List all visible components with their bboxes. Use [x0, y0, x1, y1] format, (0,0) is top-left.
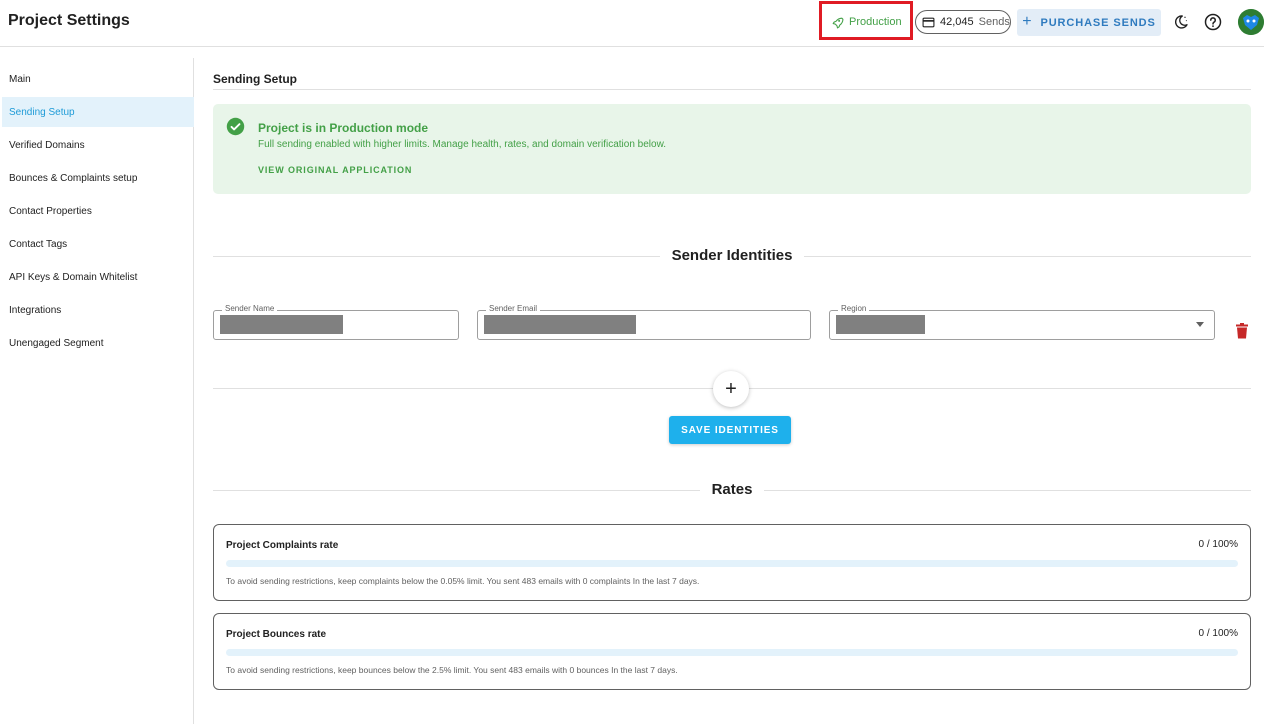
- sends-label: Sends: [978, 16, 1010, 28]
- production-mode-alert: Project is in Production mode Full sendi…: [213, 104, 1251, 194]
- production-label: Production: [849, 16, 902, 28]
- sidebar-item-label: Integrations: [9, 304, 62, 316]
- rate-title: Project Complaints rate: [226, 540, 339, 551]
- rates-heading: Rates: [213, 481, 1251, 501]
- sidebar-item-bounces-complaints[interactable]: Bounces & Complaints setup: [2, 163, 194, 193]
- app-header: Project Settings Production 42,045 Sends…: [0, 0, 1264, 47]
- sidebar-item-label: Verified Domains: [9, 139, 85, 151]
- bounces-rate-card: Project Bounces rate 0 / 100% To avoid s…: [213, 613, 1251, 690]
- sidebar-item-integrations[interactable]: Integrations: [2, 295, 194, 325]
- sends-count: 42,045: [940, 16, 974, 28]
- chevron-down-icon: [1196, 322, 1204, 327]
- rate-note: To avoid sending restrictions, keep boun…: [226, 665, 678, 675]
- avatar-image-icon: [1238, 9, 1264, 35]
- moon-icon: [1174, 15, 1188, 29]
- add-identity-button[interactable]: +: [713, 371, 749, 407]
- sender-name-label: Sender Name: [222, 304, 278, 313]
- purchase-sends-label: PURCHASE SENDS: [1040, 16, 1156, 29]
- credit-card-icon: [922, 17, 935, 27]
- help-icon: [1204, 13, 1222, 31]
- region-label: Region: [838, 304, 870, 313]
- rate-value: 0 / 100%: [1198, 628, 1238, 639]
- sends-balance-chip[interactable]: 42,045 Sends: [915, 10, 1011, 34]
- sidebar-item-label: Bounces & Complaints setup: [9, 172, 138, 184]
- rocket-icon: [832, 17, 844, 28]
- dark-mode-toggle[interactable]: [1170, 11, 1192, 33]
- section-title: Sending Setup: [213, 72, 297, 86]
- sender-name-field[interactable]: Sender Name: [213, 304, 459, 340]
- sender-email-field[interactable]: Sender Email: [477, 304, 811, 340]
- rate-value: 0 / 100%: [1198, 539, 1238, 550]
- redacted-value: [836, 315, 925, 334]
- region-select[interactable]: Region: [829, 304, 1215, 340]
- sidebar-item-label: Sending Setup: [9, 106, 75, 118]
- plus-icon: +: [1022, 12, 1033, 30]
- complaints-rate-card: Project Complaints rate 0 / 100% To avoi…: [213, 524, 1251, 601]
- sender-identities-heading: Sender Identities: [213, 247, 1251, 267]
- rate-progress-bar: [226, 560, 1238, 567]
- sidebar-item-main[interactable]: Main: [2, 64, 194, 94]
- help-button[interactable]: [1202, 11, 1224, 33]
- alert-title: Project is in Production mode: [258, 121, 429, 135]
- rates-title: Rates: [699, 481, 765, 498]
- rate-progress-bar: [226, 649, 1238, 656]
- section-divider: [213, 89, 1251, 90]
- alert-text: Full sending enabled with higher limits.…: [258, 139, 667, 150]
- sidebar-item-sending-setup[interactable]: Sending Setup: [2, 97, 194, 127]
- save-identities-button[interactable]: SAVE IDENTITIES: [669, 416, 791, 444]
- sidebar-item-contact-tags[interactable]: Contact Tags: [2, 229, 194, 259]
- settings-sidebar: Main Sending Setup Verified Domains Boun…: [0, 58, 194, 724]
- sidebar-item-label: Contact Properties: [9, 205, 92, 217]
- sender-email-label: Sender Email: [486, 304, 541, 313]
- delete-icon[interactable]: [1235, 323, 1249, 339]
- sidebar-item-label: Main: [9, 73, 31, 85]
- sidebar-item-label: Unengaged Segment: [9, 337, 104, 349]
- purchase-sends-button[interactable]: + PURCHASE SENDS: [1017, 9, 1161, 36]
- sidebar-item-unengaged-segment[interactable]: Unengaged Segment: [2, 328, 194, 358]
- sender-identities-title: Sender Identities: [659, 247, 805, 264]
- sidebar-item-verified-domains[interactable]: Verified Domains: [2, 130, 194, 160]
- plus-icon: +: [725, 377, 737, 400]
- sidebar-item-contact-properties[interactable]: Contact Properties: [2, 196, 194, 226]
- redacted-value: [220, 315, 343, 334]
- view-original-application-link[interactable]: VIEW ORIGINAL APPLICATION: [258, 165, 412, 175]
- page-title: Project Settings: [8, 12, 130, 29]
- production-status-button[interactable]: Production: [826, 9, 907, 35]
- rate-title: Project Bounces rate: [226, 629, 327, 640]
- sidebar-item-label: Contact Tags: [9, 238, 68, 250]
- check-circle-icon: [226, 117, 245, 136]
- sidebar-item-api-keys[interactable]: API Keys & Domain Whitelist: [2, 262, 194, 292]
- avatar[interactable]: [1238, 9, 1264, 35]
- sidebar-item-label: API Keys & Domain Whitelist: [9, 271, 138, 283]
- rate-note: To avoid sending restrictions, keep comp…: [226, 576, 700, 586]
- redacted-value: [484, 315, 636, 334]
